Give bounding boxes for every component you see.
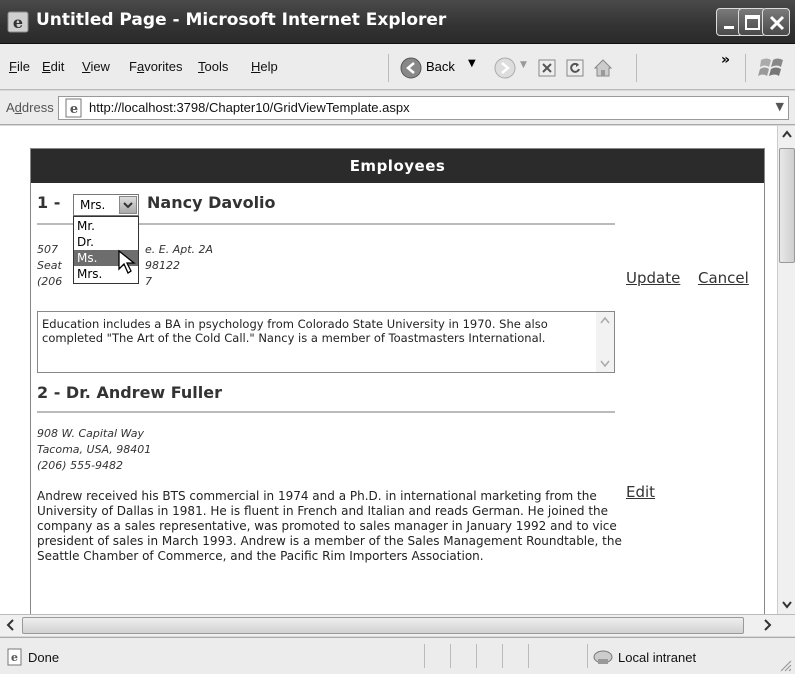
update-link[interactable]: Update bbox=[626, 269, 680, 287]
horizontal-scrollbar[interactable] bbox=[0, 614, 795, 636]
svg-text:e: e bbox=[11, 651, 18, 664]
employee-1-address-line-3: (206 bbox=[37, 275, 63, 288]
scroll-right-icon[interactable] bbox=[758, 615, 776, 635]
title-select-arrow[interactable] bbox=[119, 196, 137, 214]
status-text: Done bbox=[28, 650, 60, 665]
employees-grid: Employees 1 - Mrs. Nancy Davolio 507 Sea… bbox=[30, 148, 765, 614]
menu-edit[interactable]: Edit bbox=[42, 59, 64, 74]
employee-1-address-line-1-tail: e. E. Apt. 2A bbox=[145, 243, 214, 256]
mouse-cursor-icon bbox=[118, 249, 136, 274]
edit-link[interactable]: Edit bbox=[626, 483, 655, 501]
vertical-scrollbar[interactable] bbox=[777, 126, 795, 614]
grid-header: Employees bbox=[31, 149, 764, 183]
window-title: Untitled Page - Microsoft Internet Explo… bbox=[36, 10, 447, 30]
menu-help[interactable]: Help bbox=[251, 59, 278, 74]
textarea-scroll-arrows-icon bbox=[600, 316, 610, 368]
horizontal-scroll-thumb[interactable] bbox=[22, 617, 744, 634]
ie-icon: e bbox=[7, 11, 29, 33]
toolbar-separator bbox=[745, 54, 746, 82]
back-button[interactable]: Back ▼ bbox=[398, 55, 488, 81]
forward-arrow-icon[interactable] bbox=[494, 57, 516, 79]
address-input[interactable]: e http://localhost:3798/Chapter10/GridVi… bbox=[58, 96, 789, 120]
employee-2-address-line-3: (206) 555-9482 bbox=[37, 459, 124, 472]
resize-grip-icon[interactable] bbox=[778, 658, 792, 672]
employee-1-name: Nancy Davolio bbox=[147, 193, 276, 212]
toolbar-separator bbox=[388, 54, 389, 82]
address-label: Address bbox=[6, 100, 54, 115]
status-divider bbox=[450, 644, 451, 668]
forward-dropdown-icon[interactable]: ▼ bbox=[520, 60, 527, 70]
menu-favorites[interactable]: Favorites bbox=[129, 59, 182, 74]
status-divider bbox=[424, 644, 425, 668]
employee-1-number: 1 - bbox=[37, 193, 61, 212]
scroll-up-icon[interactable] bbox=[778, 126, 795, 144]
employee-1-bio: Education includes a BA in psychology fr… bbox=[42, 317, 548, 345]
employee-1-address-line-2-tail: 98122 bbox=[145, 259, 180, 272]
textarea-scrollbar[interactable] bbox=[596, 312, 614, 372]
close-icon bbox=[769, 15, 785, 31]
title-bar: e Untitled Page - Microsoft Internet Exp… bbox=[0, 0, 795, 44]
toolbar-overflow-icon[interactable]: » bbox=[721, 52, 730, 68]
refresh-icon[interactable] bbox=[565, 58, 585, 78]
svg-text:e: e bbox=[70, 102, 78, 117]
status-divider bbox=[502, 644, 503, 668]
employee-1-address-line-1: 507 bbox=[37, 243, 58, 256]
address-bar: Address e http://localhost:3798/Chapter1… bbox=[0, 91, 795, 125]
stop-icon[interactable] bbox=[537, 58, 557, 78]
employee-2-address-line-1: 908 W. Capital Way bbox=[37, 427, 145, 440]
address-url: http://localhost:3798/Chapter10/GridView… bbox=[89, 100, 410, 115]
svg-text:e: e bbox=[13, 13, 23, 32]
intranet-icon bbox=[593, 650, 613, 664]
employee-2-address-line-2: Tacoma, USA, 98401 bbox=[37, 443, 152, 456]
employee-2-heading: 2 - Dr. Andrew Fuller bbox=[37, 383, 223, 402]
status-divider bbox=[528, 644, 529, 668]
employee-1-address-line-2: Seat bbox=[37, 259, 62, 272]
menu-bar: File Edit View Favorites Tools Help Back… bbox=[0, 44, 795, 90]
page-content: Employees 1 - Mrs. Nancy Davolio 507 Sea… bbox=[0, 126, 777, 614]
employee-1-address-line-3-tail: 7 bbox=[145, 275, 152, 288]
menu-tools[interactable]: Tools bbox=[198, 59, 228, 74]
vertical-scroll-thumb[interactable] bbox=[779, 148, 795, 263]
divider bbox=[37, 411, 615, 413]
title-option-dr[interactable]: Dr. bbox=[74, 234, 138, 250]
scroll-down-icon[interactable] bbox=[778, 596, 795, 614]
back-label: Back bbox=[426, 59, 455, 74]
page-done-icon: e bbox=[7, 648, 22, 666]
toolbar-separator bbox=[636, 54, 637, 82]
status-divider bbox=[587, 644, 588, 668]
windows-logo-icon bbox=[758, 58, 783, 76]
status-bar: e Done Local intranet bbox=[0, 637, 795, 674]
menu-view[interactable]: View bbox=[82, 59, 110, 74]
menu-file[interactable]: File bbox=[9, 59, 30, 74]
home-icon[interactable] bbox=[592, 57, 614, 79]
cancel-link[interactable]: Cancel bbox=[698, 269, 749, 287]
employee-2-bio: Andrew received his BTS commercial in 19… bbox=[37, 489, 622, 563]
page-icon: e bbox=[65, 98, 82, 118]
back-arrow-icon bbox=[400, 57, 422, 79]
title-select-value: Mrs. bbox=[80, 198, 106, 212]
title-option-mr[interactable]: Mr. bbox=[74, 218, 138, 234]
status-divider bbox=[476, 644, 477, 668]
chevron-down-icon bbox=[123, 202, 133, 209]
employee-1-bio-textarea[interactable]: Education includes a BA in psychology fr… bbox=[37, 311, 615, 373]
security-zone-text: Local intranet bbox=[618, 650, 697, 665]
back-dropdown-icon[interactable]: ▼ bbox=[468, 58, 476, 69]
close-button[interactable] bbox=[762, 8, 790, 36]
address-dropdown-icon[interactable]: ▼ bbox=[776, 100, 784, 113]
scroll-left-icon[interactable] bbox=[2, 615, 20, 635]
title-select[interactable]: Mrs. bbox=[73, 194, 139, 216]
